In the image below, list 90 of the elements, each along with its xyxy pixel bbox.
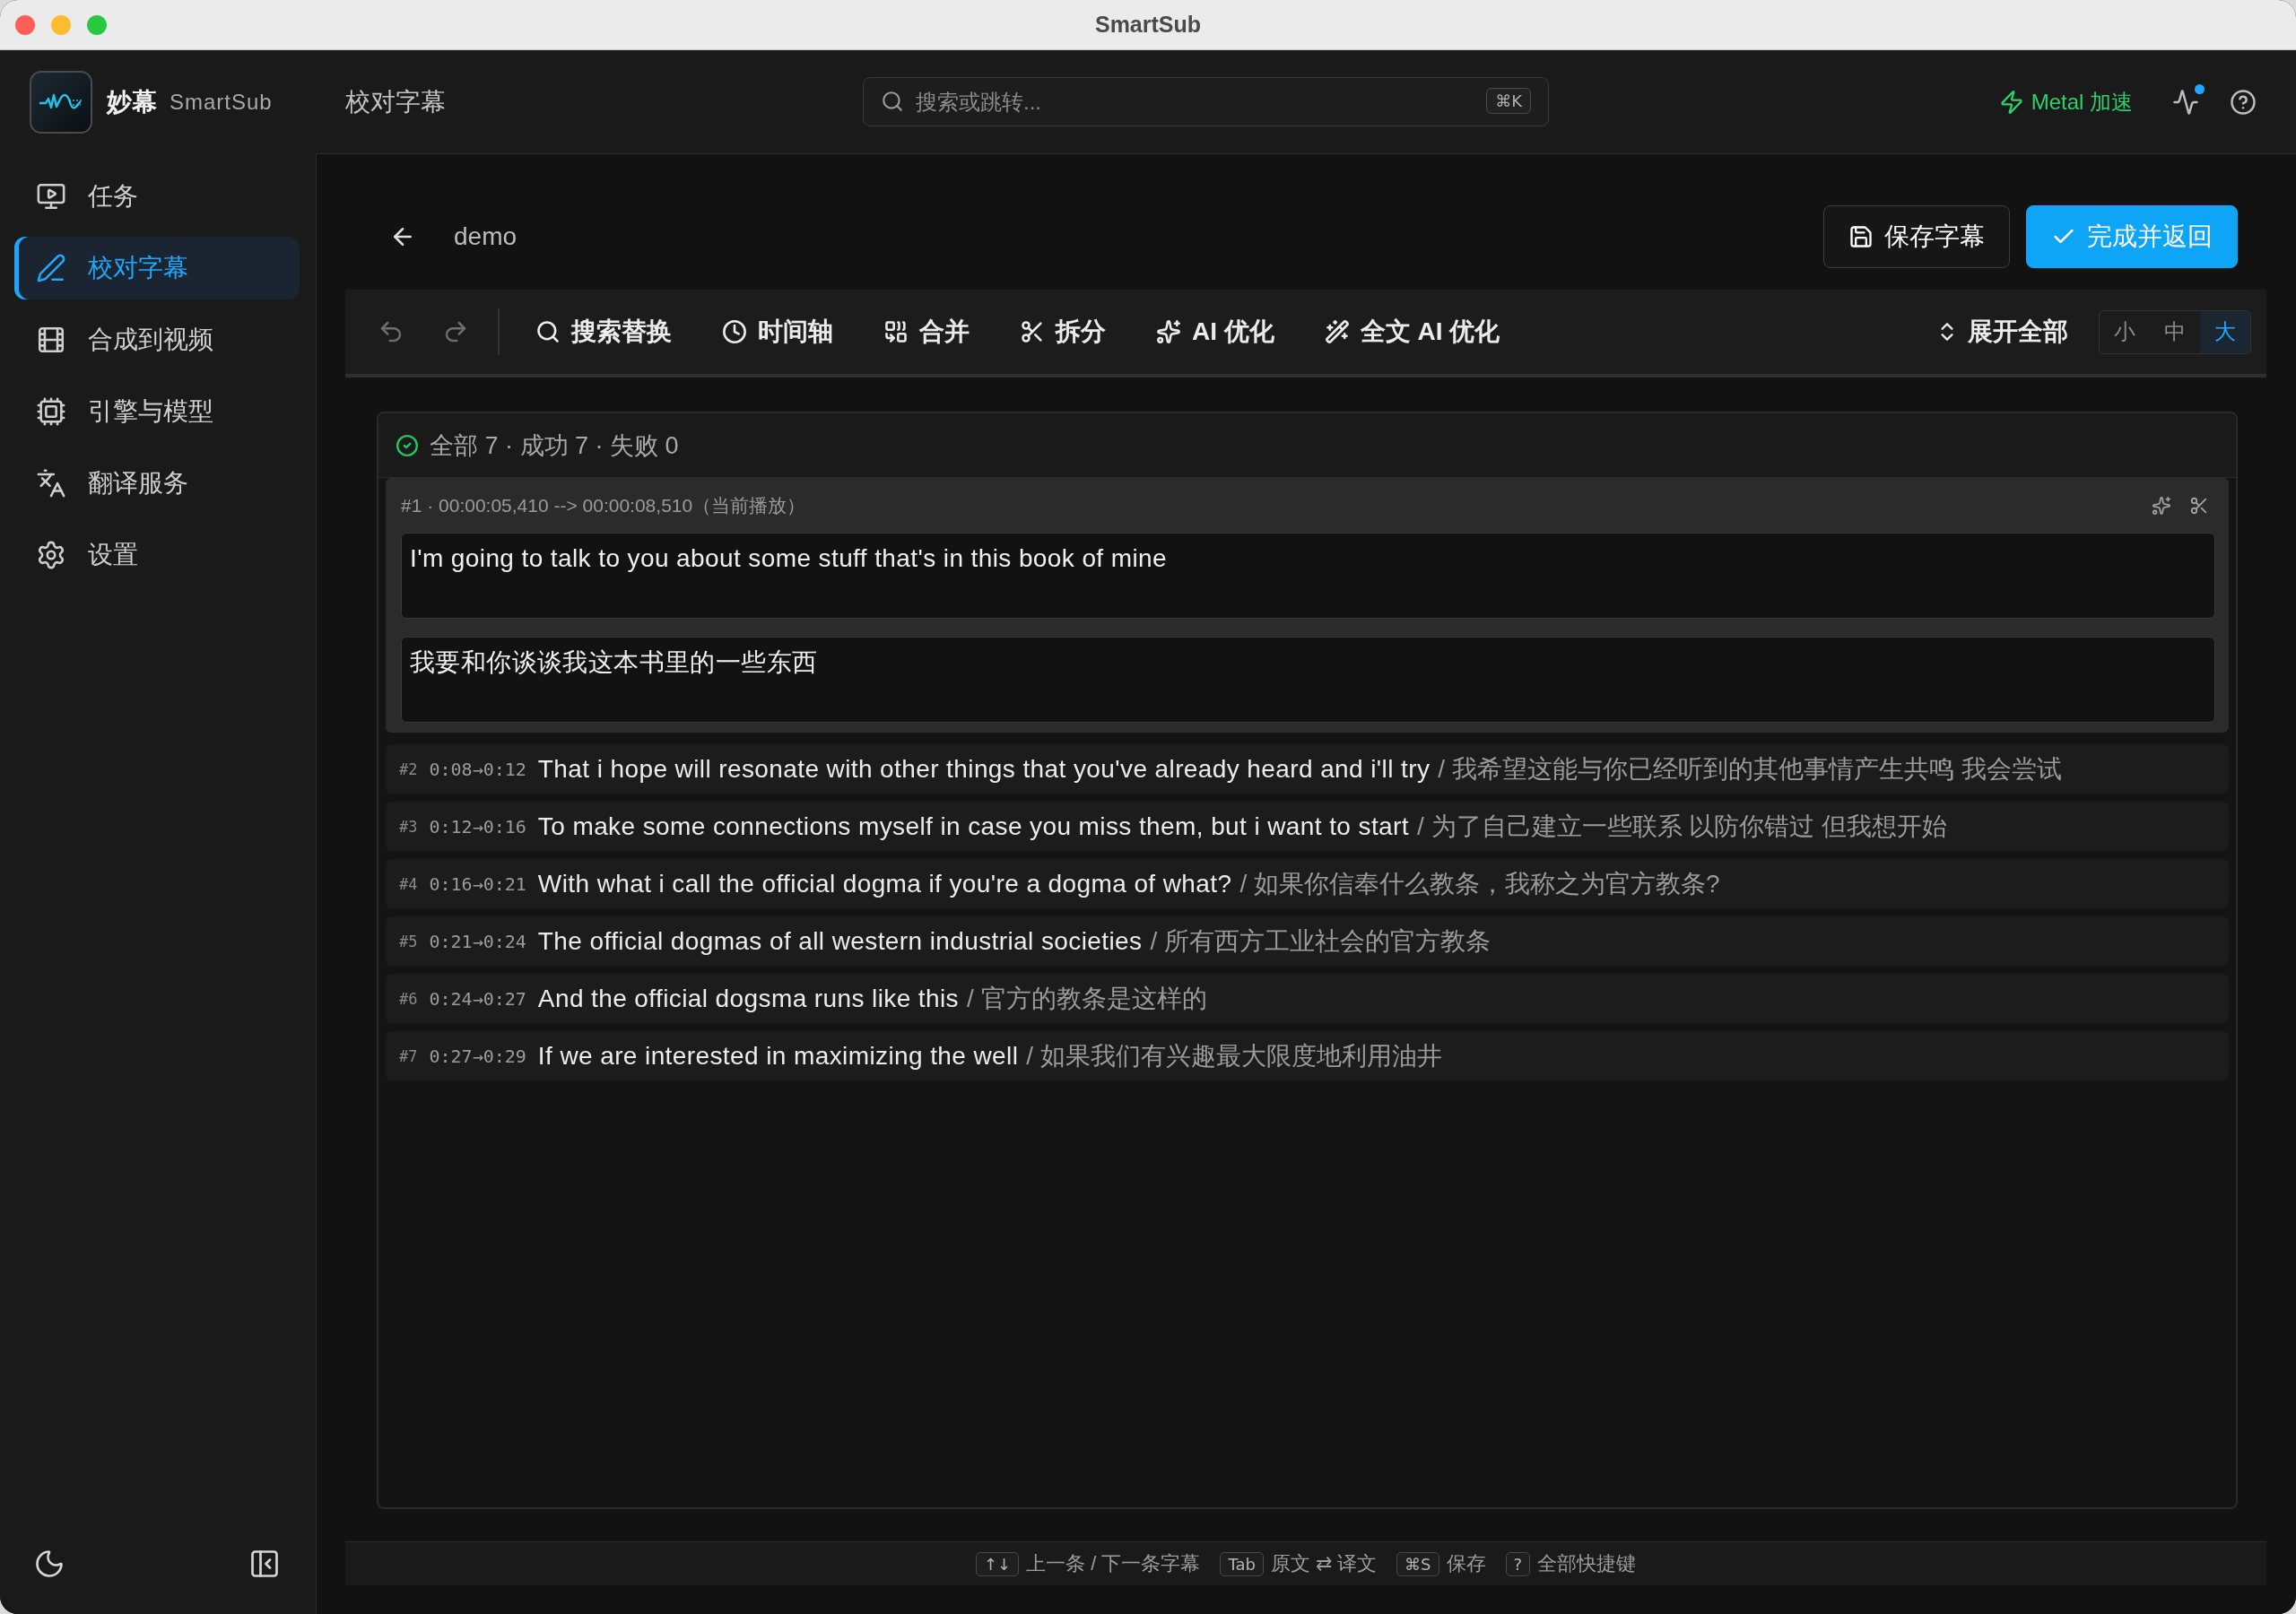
subtitle-index: #4 [399,874,418,893]
clock-icon [722,319,747,344]
sidebar-item[interactable]: 合成到视频 [14,308,300,371]
search-icon [535,319,561,344]
keyboard-key: ⌘S [1396,1551,1439,1576]
translation-text: / 我希望这能与你已经听到的其他事情产生共鸣 我会尝试 [1438,753,2062,785]
subtitle-time: 0:16→0:21 [429,872,526,895]
translation-text: / 官方的教条是这样的 [967,983,1207,1014]
text-size-option[interactable]: 小 [2100,310,2150,353]
source-text-field[interactable]: I'm going to talk to you about some stuff that's in this book of mine [401,533,2215,619]
subtitle-row[interactable]: #2 0:08→0:12 That i hope will resonate with other things that you've already heard and i'll try / 我希望这能与你已经听到的其他事情产生共鸣 我会尝试 [386,744,2229,794]
source-text: If we are interested in maximizing the well [537,1041,1019,1071]
subtitle-index: #7 [399,1046,418,1065]
translate-icon [36,468,66,499]
check-circle-icon [396,433,419,457]
keyboard-key: ↑↓ [975,1551,1020,1576]
summary-text: 全部 7 · 成功 7 · 失败 0 [430,430,679,461]
file-name: demo [454,222,517,251]
merge-button[interactable]: 合并 [883,315,970,349]
shortcut-label: 上一条 / 下一条字幕 [1026,1551,1201,1576]
help-icon[interactable] [2230,88,2257,116]
monitor-play-icon [36,181,66,212]
subtitle-time: 0:12→0:16 [429,815,526,837]
subtitle-index: #2 [399,759,418,778]
source-text: With what i call the official dogma if you're a dogma of what? [537,869,1232,898]
source-text: That i hope will resonate with other things that you've already heard and i'll try [537,754,1431,784]
full-text-ai-optimize-button[interactable]: 全文 AI 优化 [1324,315,1500,349]
save-icon [1848,224,1874,249]
chip-icon [36,396,66,427]
sidebar-item[interactable]: 翻译服务 [14,452,300,515]
pulse-icon[interactable] [2172,88,2199,116]
save-subtitles-button[interactable]: 保存字幕 [1823,205,2010,268]
translation-text: / 为了自己建立一些联系 以防你错过 但我想开始 [1416,811,1948,842]
keyboard-shortcut: ⌘K [1486,88,1531,114]
translation-text: / 如果你信奉什么教条，我称之为官方教条? [1239,868,1720,899]
sidebar-item[interactable]: 任务 [14,165,300,228]
subtitle-row[interactable]: #6 0:24→0:27 And the official dogsma runs like this / 官方的教条是这样的 [386,974,2229,1023]
sidebar-item[interactable]: 引擎与模型 [14,380,300,443]
source-text: To make some connections myself in case you miss them, but i want to start [537,811,1409,841]
scissors-icon[interactable] [2189,496,2209,516]
shortcut-label: 全部快捷键 [1537,1551,1637,1576]
shortcut-label: 原文 ⇄ 译文 [1270,1551,1378,1576]
keyboard-key: Tab [1220,1551,1264,1576]
sparkles-icon [1156,319,1181,344]
sidebar-item[interactable]: 校对字幕 [14,237,300,299]
search-replace-button[interactable]: 搜索替换 [535,315,672,349]
acceleration-status: Metal 加速 [2031,88,2133,116]
ai-optimize-button[interactable]: AI 优化 [1156,315,1274,349]
page-title: 校对字幕 [345,86,446,117]
pen-icon [36,253,66,283]
timeline-button[interactable]: 时间轴 [722,315,833,349]
film-icon [36,325,66,355]
brand-subtitle: SmartSub [170,90,273,115]
lightning-icon [1998,89,2024,115]
magic-wand-icon [1324,319,1350,344]
subtitle-time: 0:08→0:12 [429,758,526,780]
shortcut-label: 保存 [1446,1551,1486,1576]
translation-text: / 如果我们有兴趣最大限度地利用油井 [1026,1040,1442,1072]
moon-icon[interactable] [33,1548,65,1580]
subtitle-time: 0:24→0:27 [429,987,526,1010]
app-logo [30,71,92,134]
source-text: And the official dogsma runs like this [537,984,959,1013]
subtitle-time: 0:21→0:24 [429,930,526,952]
expand-all-button[interactable]: 展开全部 [1935,315,2068,349]
subtitle-time: 0:27→0:29 [429,1045,526,1067]
subtitle-row[interactable]: #5 0:21→0:24 The official dogmas of all western industrial societies / 所有西方工业社会的官方教条 [386,916,2229,966]
search-icon [881,90,904,113]
subtitle-index: #6 [399,989,418,1008]
subtitle-meta: #1 · 00:00:05,410 --> 00:00:08,510（当前播放） [401,494,806,517]
text-size-option[interactable]: 中 [2150,310,2200,353]
subtitle-row[interactable]: #7 0:27→0:29 If we are interested in maximizing the well / 如果我们有兴趣最大限度地利用油井 [386,1031,2229,1080]
close-window-icon[interactable] [15,14,35,35]
subtitle-index: #5 [399,932,418,950]
translation-text: / 所有西方工业社会的官方教条 [1150,925,1491,957]
keyboard-key: ? [1505,1551,1531,1576]
subtitle-row[interactable]: #3 0:12→0:16 To make some connections myself in case you miss them, but i want to start / 为了自己建立一些联系 以防你错过 但我想开始 [386,802,2229,851]
combine-icon [883,319,909,344]
translation-text-field[interactable]: 我要和你谈谈我这本书里的一些东西 [401,637,2215,723]
sparkles-icon[interactable] [2152,496,2171,516]
gear-icon [36,540,66,570]
brand-name: 妙幕 [107,87,157,117]
window-title: SmartSub [1094,12,1202,38]
text-size-option[interactable]: 大 [2200,310,2250,353]
subtitle-index: #3 [399,817,418,836]
scissors-icon [1020,319,1045,344]
subtitle-row[interactable]: #4 0:16→0:21 With what i call the official dogma if you're a dogma of what? / 如果你信奉什么教条，我称之为官方教条? [386,859,2229,908]
sidebar-item[interactable]: 设置 [14,524,300,586]
source-text: The official dogmas of all western industrial societies [537,926,1143,956]
split-button[interactable]: 拆分 [1020,315,1106,349]
collapse-sidebar-icon[interactable] [248,1548,281,1580]
